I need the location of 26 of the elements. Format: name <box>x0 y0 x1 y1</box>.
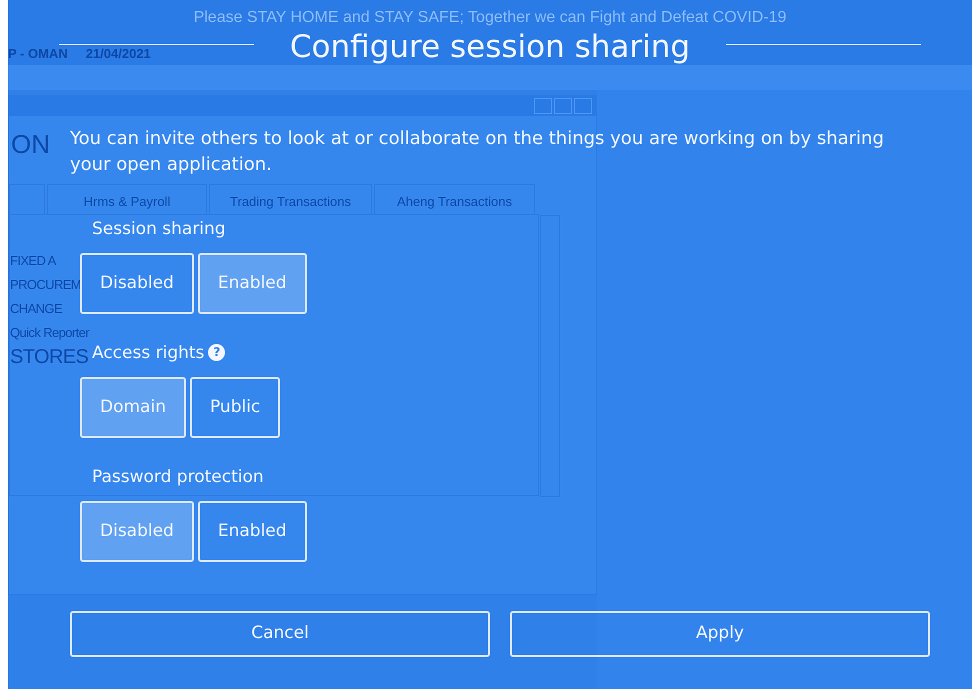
date-label: 21/04/2021 <box>86 47 151 61</box>
toggle-button[interactable]: Public <box>190 377 280 438</box>
menu-item[interactable]: STORES <box>10 345 88 369</box>
menu-item[interactable]: FIXED A <box>10 249 56 273</box>
company-label: P - OMAN <box>8 47 68 61</box>
app-tab[interactable]: Aheng Transactions <box>374 184 535 214</box>
section-label: Access rights <box>92 343 204 363</box>
apply-button[interactable]: Apply <box>510 611 930 657</box>
cancel-button[interactable]: Cancel <box>70 611 490 657</box>
toggle-button[interactable]: Enabled <box>198 501 307 562</box>
toggle-button[interactable]: Enabled <box>198 253 307 314</box>
dialog-title: Configure session sharing <box>290 28 690 67</box>
menu-item[interactable]: PROCUREM <box>10 273 82 297</box>
logo-text: ON <box>11 130 50 158</box>
section-label: Password protection <box>92 467 264 487</box>
app-tab[interactable] <box>9 184 45 214</box>
description-text: You can invite others to look at or collaborate on the things you are working on by sharing your open application. <box>70 127 885 177</box>
toggle-button[interactable]: Disabled <box>80 253 194 314</box>
app-tab[interactable]: Hrms & Payroll <box>47 184 207 214</box>
toggle-button[interactable]: Domain <box>80 377 186 438</box>
toggle-button[interactable]: Disabled <box>80 501 194 562</box>
app-tab[interactable]: Trading Transactions <box>209 184 372 214</box>
menu-item[interactable]: CHANGE <box>10 297 62 321</box>
section-label: Session sharing <box>92 219 226 239</box>
menu-item[interactable]: Quick Reporter <box>10 321 90 345</box>
banner-text: Please STAY HOME and STAY SAFE; Together we can Fight and Defeat COVID-19 <box>194 8 786 27</box>
